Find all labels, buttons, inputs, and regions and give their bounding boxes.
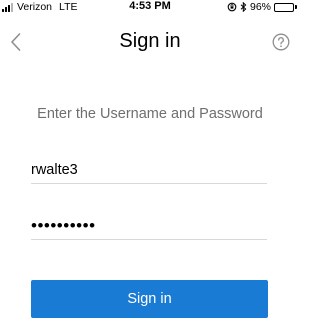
help-icon[interactable] [272, 33, 290, 51]
bluetooth-icon [240, 2, 247, 12]
signal-strength-icon [2, 2, 14, 12]
navigation-bar: Sign in [0, 14, 300, 70]
password-field-container [31, 214, 267, 240]
status-bar-right: 96% [227, 1, 297, 13]
username-input[interactable] [31, 158, 267, 182]
status-bar-left: Verizon LTE [2, 1, 78, 13]
page-title: Sign in [119, 30, 181, 52]
sign-in-button[interactable]: Sign in [31, 280, 268, 318]
battery-icon [274, 2, 297, 12]
instruction-text: Enter the Username and Password [37, 106, 263, 122]
sign-in-screen: Verizon LTE 4:53 PM 96% Sign in Enter th… [0, 0, 300, 331]
battery-percentage: 96% [249, 1, 271, 13]
password-input[interactable] [31, 214, 267, 238]
username-field-container [31, 158, 267, 184]
back-chevron-icon[interactable] [8, 31, 24, 53]
status-bar: Verizon LTE 4:53 PM 96% [0, 0, 300, 14]
carrier-name: Verizon [17, 1, 53, 13]
orientation-lock-icon [227, 2, 237, 12]
network-type: LTE [59, 1, 78, 13]
